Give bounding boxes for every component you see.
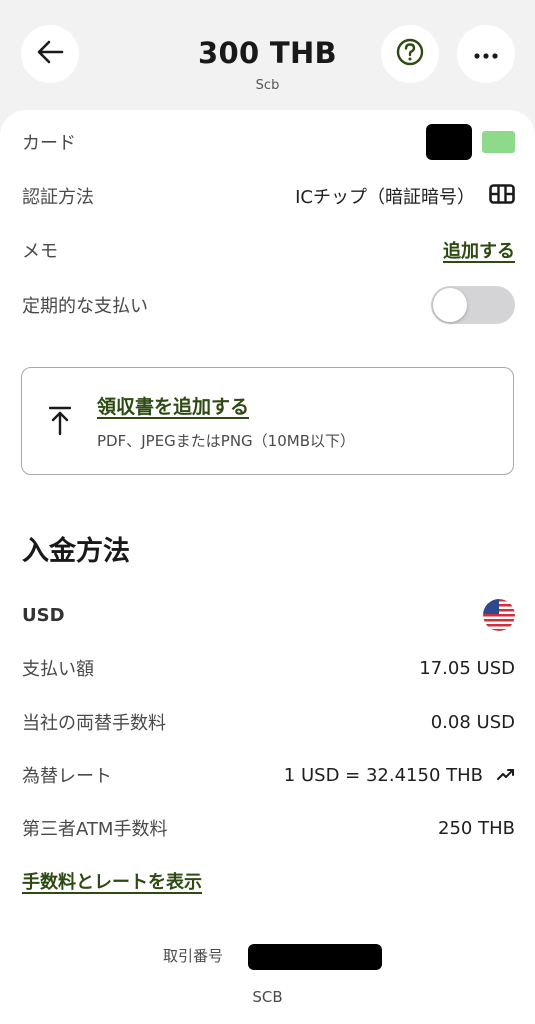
show-fees-link[interactable]: 手数料とレートを表示 [22,868,202,894]
transaction-label: 取引番号 [163,947,224,965]
transaction-id-redaction [248,944,382,970]
fx-fee-label: 当社の両替手数料 [22,713,166,734]
funding-section-title: 入金方法 [22,536,130,567]
amount-value: 17.05 USD [419,657,515,679]
memo-row: メモ 追加する [22,230,515,270]
atm-fee-label: 第三者ATM手数料 [22,819,168,840]
more-button[interactable] [457,25,515,83]
fx-fee-value: 0.08 USD [430,711,515,733]
recurring-row: 定期的な支払い [22,285,515,325]
auth-method-row: 認証方法 ICチップ（暗証暗号） [22,176,515,216]
recurring-toggle[interactable] [431,286,515,324]
auth-method-label: 認証方法 [22,187,94,208]
help-button[interactable] [381,25,439,83]
card-color-chip [482,131,515,153]
receipt-hint: PDF、JPEGまたはPNG（10MB以下） [97,432,356,450]
toggle-knob [433,288,467,322]
amount-row: 支払い額 17.05 USD [22,648,515,688]
card-label: カード [22,133,76,154]
rate-row: 為替レート 1 USD = 32.4150 THB [22,755,515,795]
header: 300 THB Scb [0,0,535,110]
page-title: 300 THB [198,36,337,70]
more-icon [473,45,499,64]
currency-row: USD [22,595,515,635]
auth-method-value: ICチップ（暗証暗号） [295,187,475,208]
currency-code: USD [22,604,65,626]
help-icon [395,37,425,71]
rate-label: 為替レート [22,766,112,787]
add-receipt-link[interactable]: 領収書を追加する [97,392,249,419]
card-redaction [426,124,472,160]
memo-label: メモ [22,241,58,262]
rate-value: 1 USD = 32.4150 THB [283,764,483,786]
bank-code: SCB [252,988,283,1006]
merchant-name: Scb [255,78,280,93]
card-row: カード [22,122,515,162]
add-memo-link[interactable]: 追加する [443,237,515,263]
upload-icon [48,406,72,440]
card-icon [489,183,515,209]
atm-fee-value: 250 THB [438,817,515,839]
amount-label: 支払い額 [22,659,94,680]
trend-icon[interactable] [497,765,515,786]
fx-fee-row: 当社の両替手数料 0.08 USD [22,702,515,742]
us-flag-icon [483,599,515,631]
recurring-label: 定期的な支払い [22,296,148,317]
add-receipt-box[interactable]: 領収書を追加する PDF、JPEGまたはPNG（10MB以下） [21,367,514,475]
atm-fee-row: 第三者ATM手数料 250 THB [22,808,515,848]
